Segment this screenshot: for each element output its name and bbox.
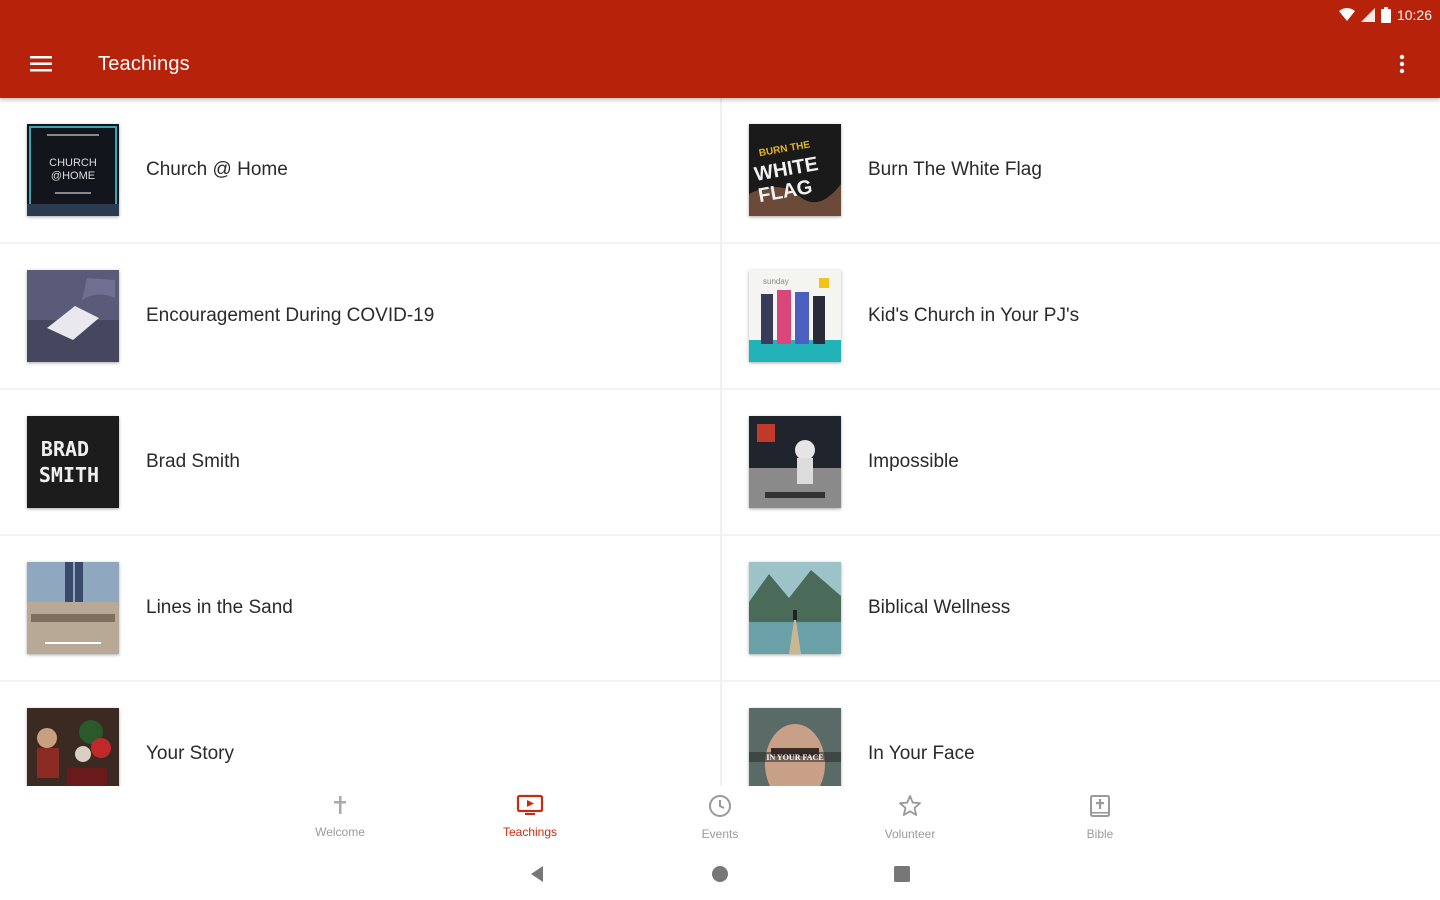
star-icon: [898, 794, 922, 823]
teaching-thumbnail: [27, 708, 119, 786]
teaching-item-burn-the-white-flag[interactable]: BURN THE WHITE FLAG Burn The White Flag: [720, 98, 1440, 244]
teaching-item-in-your-face[interactable]: IN YOUR FACE In Your Face: [720, 682, 1440, 786]
recents-icon[interactable]: [890, 862, 914, 886]
teaching-title: In Your Face: [868, 743, 975, 764]
nav-bible[interactable]: Bible: [1005, 786, 1195, 846]
teaching-title: Lines in the Sand: [146, 597, 293, 618]
nav-label: Events: [701, 827, 739, 841]
nav-welcome[interactable]: Welcome: [245, 786, 435, 846]
app-bar: 10:26 Teachings: [0, 0, 1440, 98]
app-window: 10:26 Teachings CHURCH @HOME Church @ Ho…: [0, 0, 1440, 900]
nav-label: Welcome: [315, 825, 365, 839]
more-vert-icon[interactable]: [1382, 44, 1422, 84]
nav-label: Bible: [1086, 827, 1114, 841]
teaching-thumbnail: [27, 270, 119, 362]
system-nav-bar: [0, 846, 1440, 900]
teaching-thumbnail: [27, 562, 119, 654]
teaching-title: Church @ Home: [146, 159, 288, 180]
teaching-thumbnail: BRAD SMITH: [27, 416, 119, 508]
toolbar: Teachings: [0, 30, 1440, 98]
battery-icon: [1380, 7, 1391, 23]
nav-volunteer[interactable]: Volunteer: [815, 786, 1005, 846]
signal-icon: [1360, 8, 1375, 22]
teaching-thumbnail: [749, 416, 841, 508]
svg-text:@HOME: @HOME: [51, 170, 95, 182]
status-time: 10:26: [1396, 7, 1432, 23]
teaching-thumbnail: IN YOUR FACE: [749, 708, 841, 786]
teaching-thumbnail: [749, 562, 841, 654]
nav-label: Teachings: [502, 825, 558, 839]
teaching-title: Impossible: [868, 451, 959, 472]
teaching-item-impossible[interactable]: Impossible: [720, 390, 1440, 536]
teaching-item-brad-smith[interactable]: BRAD SMITH Brad Smith: [0, 390, 720, 536]
bottom-navigation: Welcome Teachings Events Volunteer Bible: [0, 786, 1440, 846]
teaching-title: Burn The White Flag: [868, 159, 1042, 180]
teaching-thumbnail: sunday: [749, 270, 841, 362]
clock-icon: [708, 794, 732, 823]
svg-text:CHURCH: CHURCH: [49, 157, 97, 169]
tv-play-icon: [516, 794, 544, 821]
teaching-thumbnail: BURN THE WHITE FLAG: [749, 124, 841, 216]
teaching-item-your-story[interactable]: Your Story: [0, 682, 720, 786]
teaching-item-church-at-home[interactable]: CHURCH @HOME Church @ Home: [0, 98, 720, 244]
teaching-title: Kid's Church in Your PJ's: [868, 305, 1080, 326]
teaching-item-lines-in-the-sand[interactable]: Lines in the Sand: [0, 536, 720, 682]
teaching-title: Encouragement During COVID-19: [146, 305, 435, 326]
teachings-list: CHURCH @HOME Church @ Home BURN THE WHIT…: [0, 98, 1440, 786]
teaching-item-kids-church[interactable]: sunday Kid's Church in Your PJ's: [720, 244, 1440, 390]
bible-icon: [1089, 794, 1111, 823]
teaching-item-encouragement-covid[interactable]: Encouragement During COVID-19: [0, 244, 720, 390]
svg-text:SMITH: SMITH: [39, 463, 99, 487]
teaching-item-biblical-wellness[interactable]: Biblical Wellness: [720, 536, 1440, 682]
teaching-title: Brad Smith: [146, 451, 240, 472]
nav-label: Volunteer: [884, 827, 936, 841]
teaching-title: Your Story: [146, 743, 235, 764]
page-title: Teachings: [98, 52, 190, 75]
svg-text:IN YOUR FACE: IN YOUR FACE: [766, 753, 823, 762]
back-icon[interactable]: [525, 862, 549, 886]
teaching-title: Biblical Wellness: [868, 597, 1011, 618]
nav-teachings[interactable]: Teachings: [435, 786, 625, 846]
cross-icon: [329, 794, 351, 821]
home-icon[interactable]: [708, 862, 732, 886]
svg-text:BRAD: BRAD: [41, 437, 89, 461]
hamburger-menu-icon[interactable]: [0, 30, 82, 98]
nav-events[interactable]: Events: [625, 786, 815, 846]
wifi-icon: [1338, 8, 1355, 22]
teaching-thumbnail: CHURCH @HOME: [27, 124, 119, 216]
svg-text:sunday: sunday: [763, 277, 789, 286]
status-bar: 10:26: [1338, 4, 1432, 26]
teachings-grid: CHURCH @HOME Church @ Home BURN THE WHIT…: [0, 98, 1440, 786]
